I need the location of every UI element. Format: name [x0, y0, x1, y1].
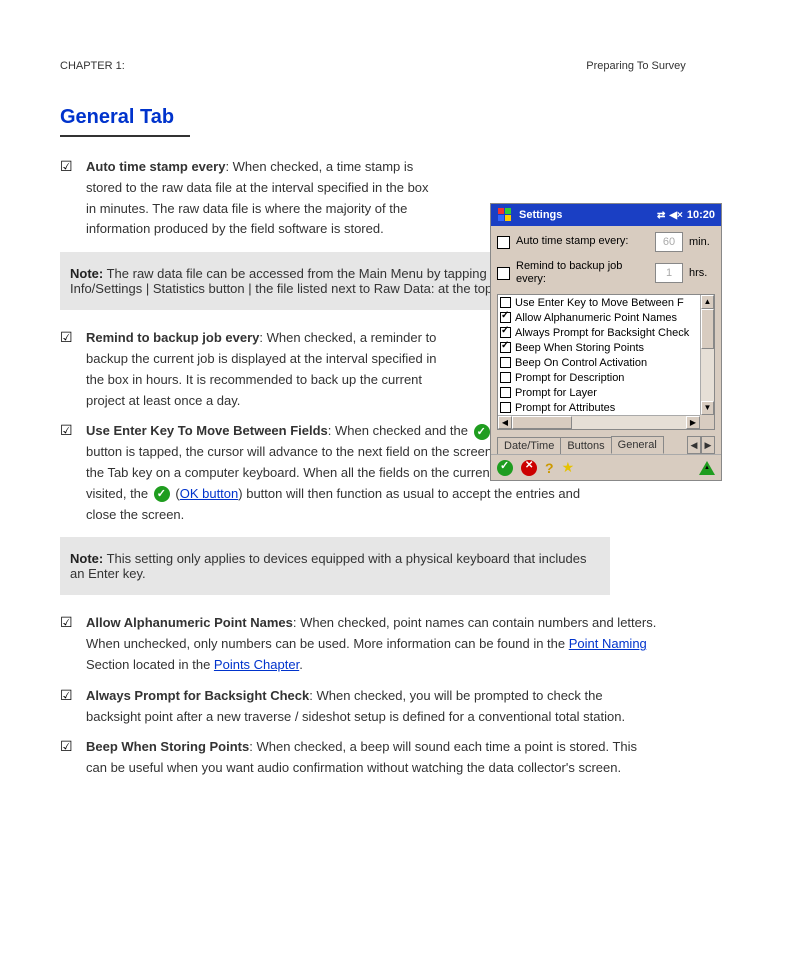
note-enter-key: Note: This setting only applies to devic… [60, 537, 610, 595]
signal-icon: ⇄ [657, 210, 665, 221]
scroll-down-icon[interactable]: ▼ [701, 401, 714, 415]
list-item-label: Always Prompt for Backsight Check [515, 327, 689, 339]
list-item-label: Allow Alphanumeric Point Names [515, 312, 677, 324]
checkbox-icon[interactable] [500, 402, 511, 413]
list-item-label: Prompt for Description [515, 372, 624, 384]
ok-button-icon[interactable] [497, 460, 513, 476]
link-ok-button[interactable]: OK button [180, 486, 239, 501]
list-item-label: Prompt for Layer [515, 387, 597, 399]
option-title: Auto time stamp every [86, 159, 225, 174]
tab-strip: Date/Time Buttons General ◀ ▶ [491, 432, 721, 454]
list-item-label: Beep On Control Activation [515, 357, 647, 369]
chapter-label: CHAPTER 1: Preparing To Survey [60, 60, 726, 72]
option-title: Use Enter Key To Move Between Fields [86, 423, 328, 438]
note-text: This setting only applies to devices equ… [70, 551, 586, 581]
option-backsight-check: ☑ Always Prompt for Backsight Check: Whe… [60, 686, 660, 728]
list-item-label: Prompt for Attributes [515, 402, 615, 414]
link-point-naming[interactable]: Point Naming [569, 636, 647, 651]
list-item-label: Use Enter Key to Move Between F [515, 297, 684, 309]
option-title: Always Prompt for Backsight Check [86, 688, 309, 703]
tab-date-time[interactable]: Date/Time [497, 437, 561, 454]
speaker-icon: ◀× [669, 210, 683, 221]
tab-scroll-right-icon[interactable]: ▶ [701, 436, 715, 454]
option-title: Allow Alphanumeric Point Names [86, 615, 293, 630]
input-remind-backup-value[interactable]: 1 [655, 263, 683, 283]
list-item[interactable]: Prompt for Attributes [498, 400, 700, 415]
label-remind-backup: Remind to backup job every: [516, 260, 649, 286]
option-title: Remind to backup job every [86, 330, 259, 345]
row-remind-backup: Remind to backup job every: 1 hrs. [497, 260, 715, 286]
tab-buttons[interactable]: Buttons [560, 437, 611, 454]
clock: 10:20 [687, 209, 715, 221]
row-auto-time-stamp: Auto time stamp every: 60 min. [497, 232, 715, 252]
titlebar: Settings ⇄ ◀× 10:20 [491, 204, 721, 226]
option-auto-time-stamp: ☑ Auto time stamp every: When checked, a… [60, 157, 440, 240]
unit-min: min. [689, 236, 715, 248]
checkbox-icon[interactable] [500, 357, 511, 368]
scroll-thumb[interactable] [512, 416, 572, 429]
checkbox-remind-backup[interactable] [497, 267, 510, 280]
checkbox-icon: ☑ [60, 737, 76, 755]
checkbox-icon[interactable] [500, 327, 511, 338]
vertical-scrollbar[interactable]: ▲ ▼ [700, 295, 714, 415]
list-item[interactable]: Prompt for Description [498, 370, 700, 385]
checkbox-icon[interactable] [500, 387, 511, 398]
note-label: Note: [70, 551, 103, 566]
checkbox-icon[interactable] [500, 297, 511, 308]
checkbox-icon: ☑ [60, 613, 76, 631]
checkbox-icon: ☑ [60, 421, 76, 439]
scroll-corner [700, 415, 714, 429]
tab-scroll-left-icon[interactable]: ◀ [687, 436, 701, 454]
checkbox-icon[interactable] [500, 312, 511, 323]
option-alphanumeric: ☑ Allow Alphanumeric Point Names: When c… [60, 613, 660, 675]
windows-flag-icon [497, 207, 513, 223]
tab-general[interactable]: General [611, 436, 664, 454]
list-item[interactable]: Always Prompt for Backsight Check [498, 325, 700, 340]
checkbox-icon: ☑ [60, 686, 76, 704]
page-title: General Tab [60, 106, 726, 129]
cancel-button-icon[interactable] [521, 460, 537, 476]
unit-hrs: hrs. [689, 267, 715, 279]
list-item[interactable]: Beep When Storing Points [498, 340, 700, 355]
input-auto-time-value[interactable]: 60 [655, 232, 683, 252]
settings-dialog: Settings ⇄ ◀× 10:20 Auto time stamp ever… [490, 203, 722, 481]
checkbox-icon[interactable] [500, 342, 511, 353]
scroll-thumb[interactable] [701, 309, 714, 349]
option-remind-backup: ☑ Remind to backup job every: When check… [60, 328, 440, 411]
list-item[interactable]: Allow Alphanumeric Point Names [498, 310, 700, 325]
label-auto-time: Auto time stamp every: [516, 235, 649, 248]
option-desc-a: : When checked and the [328, 423, 472, 438]
note-text: The raw data file can be accessed from t… [70, 266, 552, 296]
checkbox-auto-time[interactable] [497, 236, 510, 249]
scroll-right-icon[interactable]: ▶ [686, 416, 700, 429]
list-item[interactable]: Beep On Control Activation [498, 355, 700, 370]
options-listbox: Use Enter Key to Move Between F Allow Al… [497, 294, 715, 430]
ok-icon [474, 424, 490, 440]
scroll-up-icon[interactable]: ▲ [701, 295, 714, 309]
bottom-toolbar: ? ★ [491, 454, 721, 480]
list-item-label: Beep When Storing Points [515, 342, 644, 354]
help-icon[interactable]: ? [545, 460, 554, 476]
title-rule [60, 135, 190, 137]
checkbox-icon: ☑ [60, 157, 76, 175]
option-beep-storing: ☑ Beep When Storing Points: When checked… [60, 737, 660, 779]
note-label: Note: [70, 266, 103, 281]
link-points-chapter[interactable]: Points Chapter [214, 657, 299, 672]
ok-icon [154, 486, 170, 502]
checkbox-icon[interactable] [500, 372, 511, 383]
scroll-left-icon[interactable]: ◀ [498, 416, 512, 429]
list-item[interactable]: Use Enter Key to Move Between F [498, 295, 700, 310]
star-icon[interactable]: ★ [562, 459, 575, 476]
checkbox-icon: ☑ [60, 328, 76, 346]
list-item[interactable]: Prompt for Layer [498, 385, 700, 400]
option-title: Beep When Storing Points [86, 739, 249, 754]
dialog-title: Settings [519, 209, 651, 221]
warning-icon[interactable] [699, 461, 715, 475]
horizontal-scrollbar[interactable]: ◀ ▶ [498, 415, 700, 429]
